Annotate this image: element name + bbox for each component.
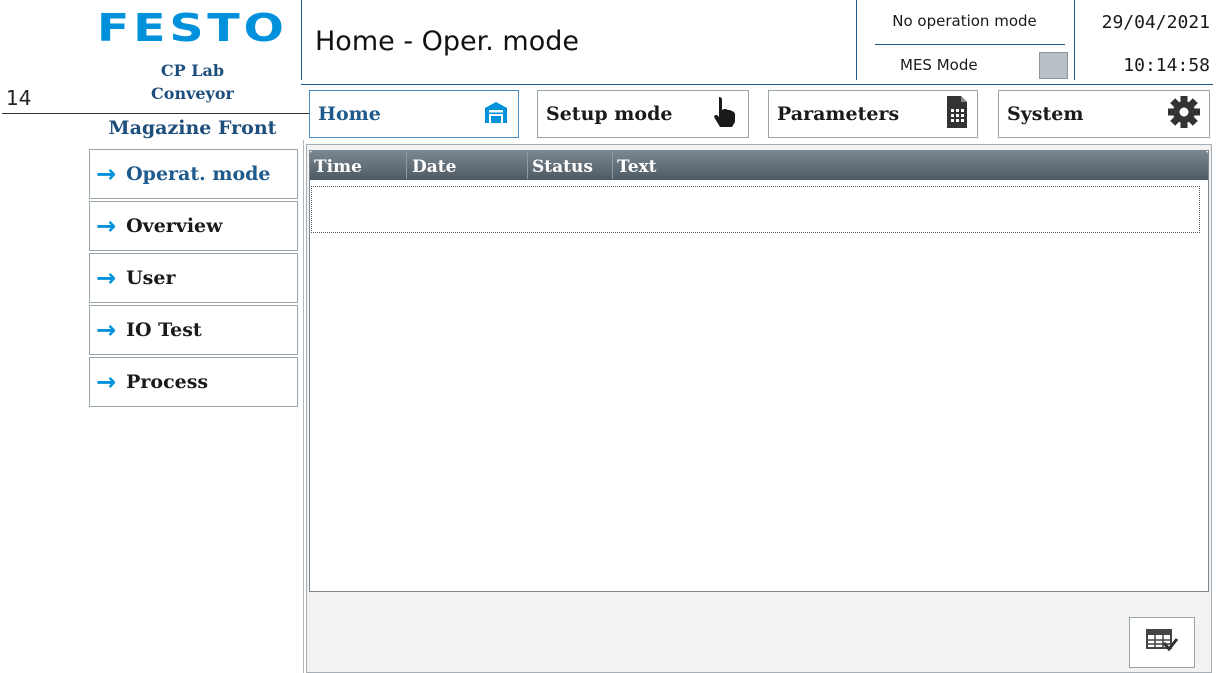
header-bottom-line (301, 84, 1213, 85)
side-item-label: User (126, 267, 176, 289)
operation-mode-status: No operation mode (892, 12, 1037, 30)
nav-home-button[interactable]: Home (309, 90, 519, 138)
side-item-label: IO Test (126, 319, 202, 341)
festo-logo: FESTO (97, 6, 288, 50)
table-row-selected[interactable] (311, 186, 1200, 233)
brand-text: FESTO (97, 6, 288, 50)
acknowledge-button[interactable] (1129, 617, 1195, 668)
column-separator (406, 152, 407, 179)
side-item-io-test[interactable]: → IO Test (89, 305, 298, 355)
nav-parameters-label: Parameters (777, 103, 900, 125)
side-item-label: Operat. mode (126, 163, 271, 185)
gear-icon (1167, 95, 1201, 134)
status-divider (875, 44, 1065, 45)
column-header-status[interactable]: Status (532, 157, 593, 177)
nav-setup-mode-button[interactable]: Setup mode (537, 90, 749, 138)
arrow-right-icon: → (96, 264, 117, 292)
side-item-process[interactable]: → Process (89, 357, 298, 407)
side-item-operat-mode[interactable]: → Operat. mode (89, 149, 298, 199)
sidebar-divider (303, 140, 304, 673)
nav-system-button[interactable]: System (998, 90, 1210, 138)
header-divider (301, 0, 302, 80)
side-item-label: Overview (126, 215, 223, 237)
column-separator (612, 152, 613, 179)
nav-home-label: Home (318, 103, 381, 125)
table-check-icon (1145, 628, 1179, 658)
column-header-time[interactable]: Time (314, 157, 362, 177)
nav-setup-mode-label: Setup mode (546, 103, 673, 125)
side-item-overview[interactable]: → Overview (89, 201, 298, 251)
hand-pointer-icon (710, 95, 740, 134)
side-item-label: Process (126, 371, 209, 393)
mes-mode-indicator (1039, 52, 1068, 79)
arrow-right-icon: → (96, 368, 117, 396)
column-header-text[interactable]: Text (617, 157, 657, 177)
arrow-right-icon: → (96, 160, 117, 188)
side-item-user[interactable]: → User (89, 253, 298, 303)
column-header-date[interactable]: Date (412, 157, 456, 177)
mes-mode-label: MES Mode (900, 56, 978, 74)
annotation-leader-line (2, 113, 310, 114)
arrow-right-icon: → (96, 316, 117, 344)
page-title: Home - Oper. mode (315, 26, 580, 57)
column-separator (527, 152, 528, 179)
home-icon (482, 98, 510, 131)
nav-system-label: System (1007, 103, 1084, 125)
document-table-icon (945, 95, 969, 134)
station-line-2: Conveyor (151, 84, 234, 103)
annotation-number: 14 (6, 86, 32, 110)
nav-parameters-button[interactable]: Parameters (768, 90, 978, 138)
station-line-1: CP Lab (160, 61, 225, 80)
current-date: 29/04/2021 (1101, 12, 1210, 33)
station-line-3: Magazine Front (108, 117, 277, 139)
current-time: 10:14:58 (1123, 55, 1210, 76)
arrow-right-icon: → (96, 212, 117, 240)
